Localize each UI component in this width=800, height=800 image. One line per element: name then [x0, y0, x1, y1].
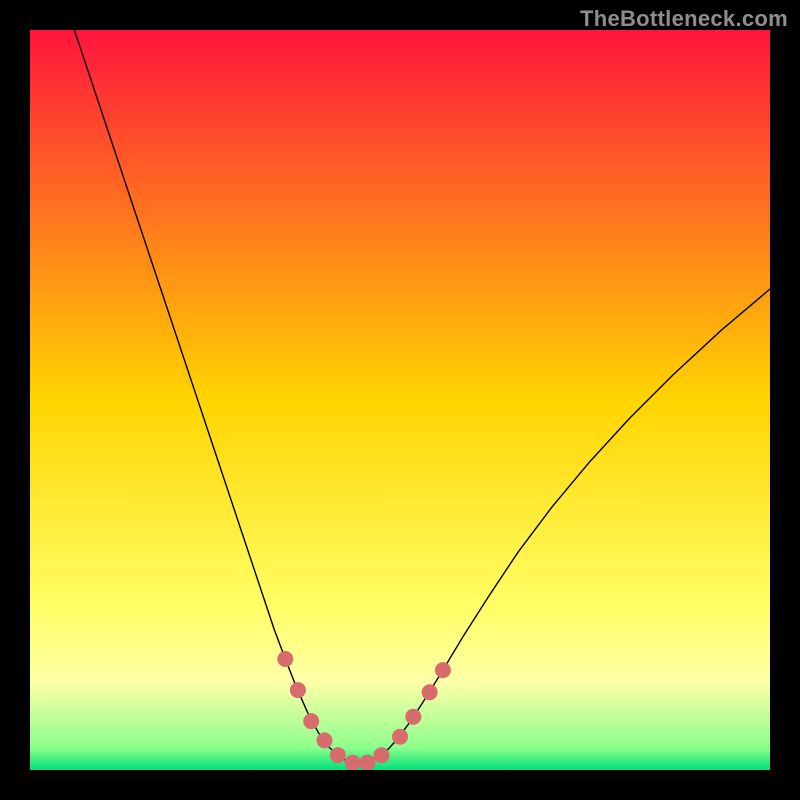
marker-dot	[290, 682, 306, 698]
marker-dot	[317, 732, 333, 748]
watermark-label: TheBottleneck.com	[580, 6, 788, 32]
marker-dot	[330, 747, 346, 763]
marker-dot	[303, 713, 319, 729]
gradient-background	[30, 30, 770, 770]
marker-dot	[374, 747, 390, 763]
marker-dot	[392, 729, 408, 745]
marker-dot	[345, 755, 361, 770]
chart-svg	[30, 30, 770, 770]
marker-dot	[435, 662, 451, 678]
marker-dot	[422, 684, 438, 700]
chart-stage: TheBottleneck.com	[0, 0, 800, 800]
marker-dot	[277, 651, 293, 667]
plot-area	[30, 30, 770, 770]
marker-dot	[405, 709, 421, 725]
marker-dot	[359, 755, 375, 770]
